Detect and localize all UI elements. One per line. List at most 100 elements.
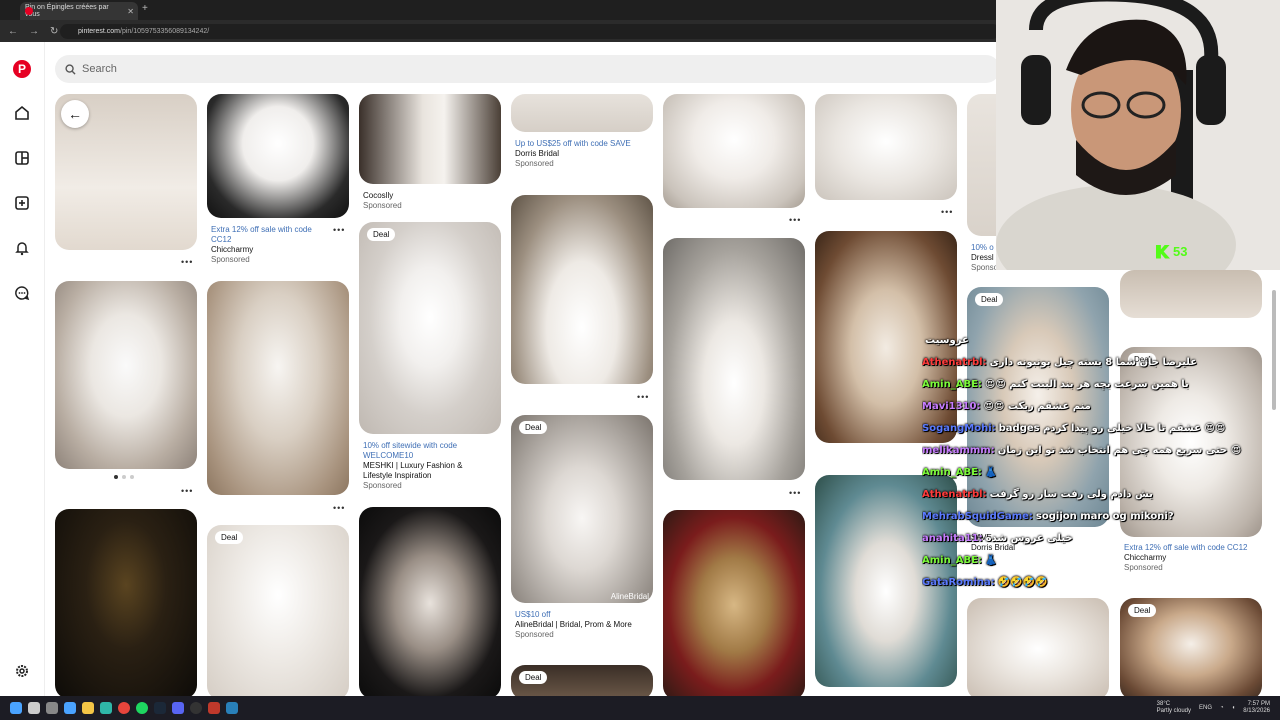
pin-advertiser[interactable]: Dorris Bridal	[515, 149, 645, 159]
chat-username[interactable]: Amin_ABE:	[922, 555, 982, 566]
more-options-icon[interactable]: •••	[181, 486, 193, 496]
task-view-icon[interactable]	[46, 702, 58, 714]
pin-image[interactable]: Deal AlineBridal	[511, 415, 653, 603]
explore-icon[interactable]	[13, 149, 31, 167]
windows-taskbar: 38°C Partly cloudy ENG ◔ ◖ 7:57 PM 8/13/…	[0, 696, 1280, 720]
chat-text: خیلی عروس شده	[985, 533, 1073, 544]
messages-icon[interactable]	[13, 284, 31, 302]
forward-arrow-icon[interactable]: →	[29, 26, 39, 37]
pin-image[interactable]	[207, 281, 349, 495]
more-options-icon[interactable]: •••	[789, 215, 801, 225]
edge-icon[interactable]	[100, 702, 112, 714]
pin-image[interactable]	[815, 94, 957, 200]
chat-username[interactable]: Athenatrbl:	[922, 357, 987, 368]
pin-image[interactable]: Deal	[359, 222, 501, 434]
widgets-icon[interactable]	[64, 702, 76, 714]
chat-text: علیرضا جان شما 8 بسته چیل بونبونه داری	[989, 357, 1198, 368]
search-icon[interactable]	[28, 702, 40, 714]
windows-start-icon[interactable]	[10, 702, 22, 714]
pin-image[interactable]	[55, 509, 197, 699]
pin-image[interactable]	[359, 94, 501, 184]
pin-image[interactable]	[511, 94, 653, 132]
back-button[interactable]: ←	[61, 100, 89, 128]
chat-username[interactable]: Amin_ABE:	[922, 467, 982, 478]
pin-advertiser[interactable]: Cocoslly	[363, 191, 493, 201]
clock-date: 8/13/2026	[1243, 708, 1270, 714]
spotify-icon[interactable]	[136, 702, 148, 714]
pin-image[interactable]	[663, 94, 805, 208]
kick-viewer-count: 53	[1173, 244, 1188, 259]
pin-image[interactable]	[207, 94, 349, 218]
chat-message: Mavi1310: 😍😍 منم عشقم ربکت	[922, 396, 1252, 418]
chat-username[interactable]: GataRomina:	[922, 577, 995, 588]
chat-username[interactable]: Athenatrbl:	[922, 489, 987, 500]
chat-message: Amin_ABE: 👗	[922, 462, 1252, 484]
weather-widget[interactable]: 38°C Partly cloudy	[1157, 701, 1191, 715]
chat-username[interactable]: melikammm:	[922, 445, 995, 456]
pinterest-logo-icon[interactable]: P	[13, 60, 31, 78]
reload-icon[interactable]: ↻	[50, 26, 58, 37]
pin-advertiser[interactable]: Chiccharmy	[211, 245, 331, 255]
more-options-icon[interactable]: •••	[333, 225, 345, 235]
pin-image[interactable]: Deal	[511, 665, 653, 700]
create-icon[interactable]	[13, 194, 31, 212]
back-arrow-icon[interactable]: ←	[8, 26, 18, 37]
pin-image[interactable]	[511, 195, 653, 384]
pin-image[interactable]	[359, 507, 501, 699]
pin-image[interactable]	[55, 281, 197, 469]
search-icon	[65, 63, 76, 75]
more-options-icon[interactable]: •••	[789, 488, 801, 498]
language-indicator[interactable]: ENG	[1199, 705, 1212, 711]
settings-gear-icon[interactable]	[13, 662, 31, 680]
clock[interactable]: 7:57 PM 8/13/2026	[1243, 701, 1270, 715]
pin-image[interactable]	[663, 238, 805, 480]
browser-tab[interactable]: Pin on Épingles créées par vous ✕	[20, 2, 138, 20]
pin-caption: 10% off sitewide with code WELCOME10 MES…	[363, 441, 493, 491]
pin-image[interactable]	[1120, 270, 1262, 318]
pin-caption: Cocoslly Sponsored	[363, 191, 493, 211]
chrome-icon[interactable]	[118, 702, 130, 714]
address-bar[interactable]: pinterest.com/pin/1059753356089134242/	[60, 24, 1000, 39]
more-options-icon[interactable]: •••	[941, 207, 953, 217]
chat-username[interactable]: SogangMohi:	[922, 423, 996, 434]
deal-badge: Deal	[519, 671, 548, 684]
close-tab-icon[interactable]: ✕	[127, 7, 134, 16]
chat-text: یش دادم ولی رفت سار رو گرفت	[989, 489, 1153, 500]
chat-text: عروسیت	[925, 335, 969, 346]
more-options-icon[interactable]: •••	[333, 503, 345, 513]
pin-image[interactable]: Deal	[207, 525, 349, 700]
bell-icon[interactable]	[13, 239, 31, 257]
pin-promo: Extra 12% off sale with code CC12	[211, 225, 312, 244]
chat-username[interactable]: Mavi1310:	[922, 401, 980, 412]
volume-icon[interactable]: ◖	[1232, 705, 1236, 711]
home-icon[interactable]	[13, 104, 31, 122]
more-options-icon[interactable]: •••	[181, 257, 193, 267]
pinterest-favicon-icon	[25, 7, 33, 15]
steam-icon[interactable]	[154, 702, 166, 714]
pin-advertiser[interactable]: AlineBridal | Bridal, Prom & More	[515, 620, 645, 630]
search-input[interactable]: Search	[55, 55, 1000, 83]
pin-image[interactable]	[663, 510, 805, 700]
chat-username[interactable]: Amin_ABE:	[922, 379, 982, 390]
sponsored-label: Sponsored	[363, 481, 402, 490]
chat-username[interactable]: MehrabSquidGame:	[922, 511, 1033, 522]
pin-promo: Up to US$25 off with code SAVE	[515, 139, 631, 148]
app-icon[interactable]	[226, 702, 238, 714]
file-explorer-icon[interactable]	[82, 702, 94, 714]
chat-username[interactable]: anahita11:	[922, 533, 983, 544]
pin-advertiser[interactable]: MESHKI | Luxury Fashion & Lifestyle Insp…	[363, 461, 493, 481]
deal-badge: Deal	[215, 531, 244, 544]
wifi-icon[interactable]: ◔	[1220, 705, 1224, 711]
page-scrollbar[interactable]	[1272, 290, 1276, 410]
obs-icon[interactable]	[190, 702, 202, 714]
new-tab-icon[interactable]: +	[142, 3, 148, 14]
stream-chat-overlay: عروسیت Athenatrbl: علیرضا جان شما 8 بسته چ…	[922, 330, 1252, 594]
pin-image[interactable]	[967, 598, 1109, 700]
pin-watermark: AlineBridal	[610, 592, 649, 601]
more-options-icon[interactable]: •••	[637, 392, 649, 402]
pin-image[interactable]: Deal	[1120, 598, 1262, 700]
app-icon[interactable]	[208, 702, 220, 714]
carousel-dots	[114, 475, 134, 479]
discord-icon[interactable]	[172, 702, 184, 714]
kick-badge: 53	[1156, 244, 1187, 259]
